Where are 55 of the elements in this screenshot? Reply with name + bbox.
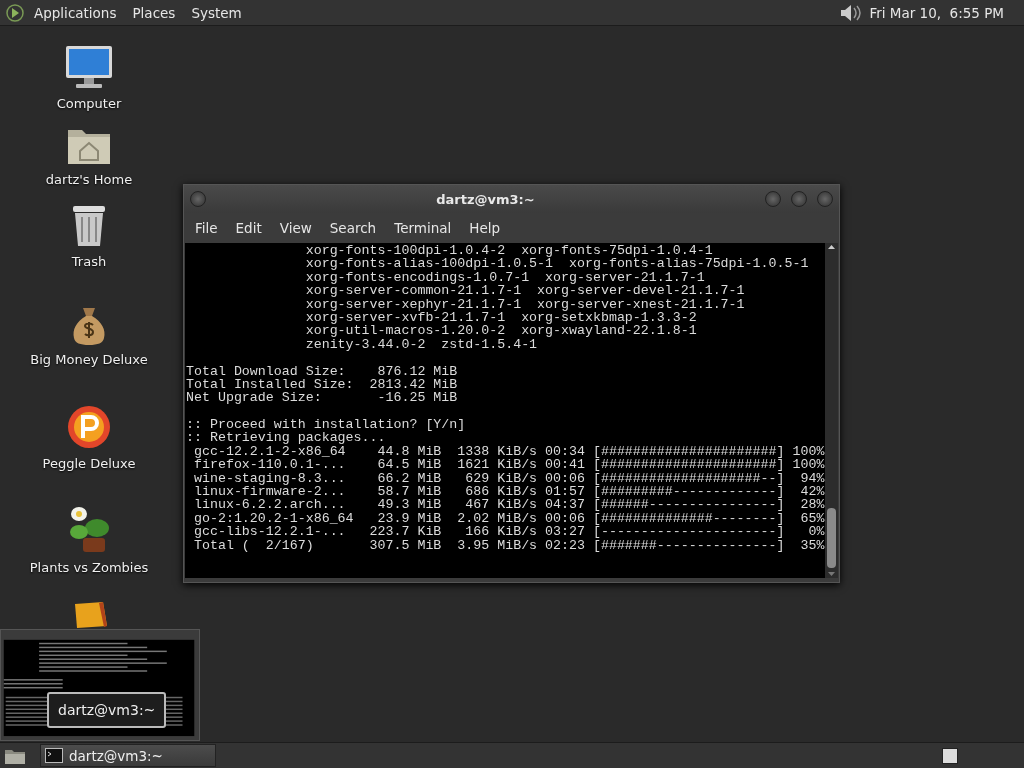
- scroll-down-icon[interactable]: [827, 570, 836, 578]
- menu-item[interactable]: File: [186, 216, 227, 240]
- logo-icon[interactable]: [6, 3, 24, 22]
- panel-menu[interactable]: Applications: [28, 2, 123, 23]
- taskbar-button[interactable]: dartz@vm3:~: [40, 744, 216, 767]
- scroll-thumb[interactable]: [827, 508, 836, 568]
- terminal-line: gcc-libs-12.2.1-... 223.7 KiB 166 KiB/s 03:27 [----------------------] 0%: [192, 525, 825, 539]
- terminal-line: Total Installed Size: 2813.42 MiB: [186, 377, 459, 392]
- menu-item[interactable]: Terminal: [385, 216, 461, 240]
- desktop-icon-label[interactable]: Big Money Deluxe: [30, 352, 148, 367]
- panel-menu[interactable]: Places: [126, 2, 182, 23]
- terminal-line: linux-6.2.2.arch... 49.3 MiB 467 KiB/s 04:37 [######----------------] 28%: [192, 498, 825, 512]
- terminal-line: xorg-util-macros-1.20.0-2 xorg-xwayland-22.1.8-1: [304, 324, 698, 338]
- desktop-icon-label[interactable]: dartz's Home: [45, 172, 133, 187]
- computer-icon: [64, 44, 114, 90]
- terminal-icon: [45, 748, 63, 763]
- desktop-icon-label[interactable]: Peggle Deluxe: [42, 456, 136, 471]
- scroll-up-icon[interactable]: [827, 243, 836, 251]
- terminal-line: xorg-fonts-encodings-1.0.7-1 xorg-server-21.1.7-1: [304, 270, 705, 285]
- terminal-line: xorg-server-xvfb-21.1.7-1 xorg-setxkbmap-1.3.3-2: [304, 310, 697, 325]
- menu-item[interactable]: Help: [460, 216, 510, 240]
- minimize-button[interactable]: [765, 191, 781, 207]
- window-menu-button[interactable]: [190, 191, 206, 207]
- ball-icon: [66, 404, 112, 450]
- terminal-line: go-2:1.20.2-1-x86_64 23.9 MiB 2.02 MiB/s 00:06 [##############--------] 65%: [192, 511, 825, 526]
- terminal-line: xorg-server-common-21.1.7-1 xorg-server-devel-21.1.7-1: [304, 284, 746, 298]
- terminal-line: xorg-server-xephyr-21.1.7-1 xorg-server-xnest-21.1.7-1: [304, 297, 746, 311]
- panel-menu[interactable]: System: [185, 2, 248, 23]
- volume-icon[interactable]: [839, 2, 862, 23]
- window-title: dartz@vm3:~: [435, 191, 536, 207]
- terminal-line: linux-firmware-2... 58.7 MiB 686 KiB/s 01:57 [#########-------------] 42%: [192, 485, 825, 499]
- terminal-line: Total Download Size: 876.12 MiB: [186, 364, 459, 378]
- terminal-line: wine-staging-8.3... 66.2 MiB 629 KiB/s 00:06 [####################--] 94%: [192, 471, 825, 486]
- menu-item[interactable]: View: [270, 216, 321, 240]
- terminal-line: zenity-3.44.0-2 zstd-1.5.4-1: [304, 337, 538, 352]
- menu-item[interactable]: Edit: [226, 216, 271, 240]
- terminal-line: xorg-fonts-alias-100dpi-1.0.5-1 xorg-fonts-alias-75dpi-1.0.5-1: [304, 257, 810, 271]
- terminal-line: firefox-110.0.1-... 64.5 MiB 1621 KiB/s 00:41 [######################] 100%: [192, 458, 825, 472]
- terminal-line: :: Retrieving packages...: [186, 431, 387, 445]
- desktop-icon-label[interactable]: Trash: [71, 254, 107, 269]
- clock[interactable]: Fri Mar 10, 6:55 PM: [865, 4, 1018, 21]
- desktop-icon-label[interactable]: Plants vs Zombies: [29, 560, 149, 575]
- terminal-line: Total ( 2/167) 307.5 MiB 3.95 MiB/s 02:23 [#######---------------] 35%: [192, 538, 825, 552]
- close-button[interactable]: [817, 191, 833, 207]
- menu-item[interactable]: Search: [320, 216, 386, 240]
- scrollbar[interactable]: [825, 243, 838, 578]
- terminal-line: gcc-12.2.1-2-x86_64 44.8 MiB 1338 KiB/s 00:34 [######################] 100%: [192, 444, 825, 459]
- trash-icon: [70, 204, 108, 248]
- terminal-line: :: Proceed with installation? [Y/n]: [186, 418, 467, 432]
- terminal-line: Net Upgrade Size: -16.25 MiB: [186, 391, 459, 405]
- desktop-icon-label[interactable]: Computer: [56, 96, 122, 111]
- terminal-line: xorg-fonts-100dpi-1.0.4-2 xorg-fonts-75dpi-1.0.4-1: [304, 244, 713, 258]
- tooltip: dartz@vm3:~: [47, 692, 167, 728]
- workspace-switcher[interactable]: [942, 747, 958, 764]
- maximize-button[interactable]: [791, 191, 807, 207]
